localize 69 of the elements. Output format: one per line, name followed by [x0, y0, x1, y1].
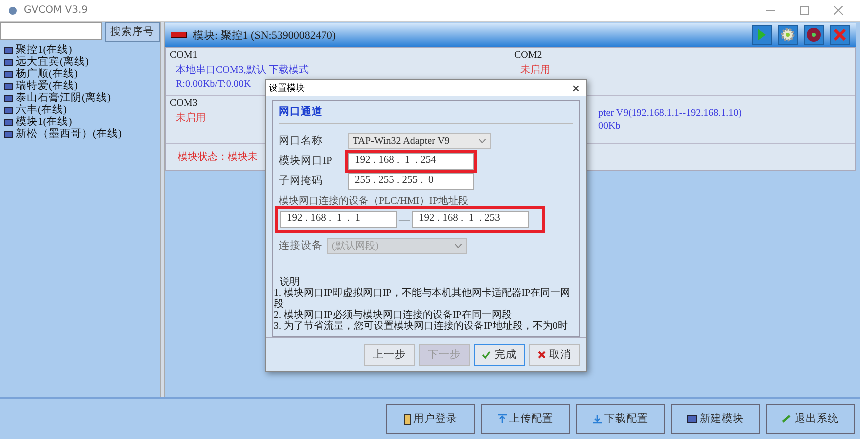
dialog-title: 设置模块: [269, 82, 305, 94]
dialog-button[interactable]: 取消: [529, 344, 580, 366]
dialog-button[interactable]: 上一步: [364, 344, 415, 366]
footer-button[interactable]: 新建模块: [671, 404, 760, 434]
module-icon: [687, 415, 697, 423]
tree-item[interactable]: 模块1(在线): [0, 116, 160, 128]
field-label: 连接设备: [279, 239, 323, 253]
field-label: 模块网口IP: [279, 154, 334, 168]
field-label: 网口名称: [279, 134, 324, 148]
phone-icon: [404, 414, 410, 424]
upload-icon: [498, 414, 506, 424]
check-icon: [482, 350, 491, 358]
note-text: 3. 为了节省流量，您可设置模块网口连接的设备IP地址段，不为0时: [274, 321, 569, 332]
disc-icon: [806, 27, 822, 43]
footer-button[interactable]: 退出系统: [766, 404, 855, 434]
settings-button[interactable]: [778, 25, 798, 45]
close-icon: [834, 29, 846, 41]
section-title: 网口通道: [279, 105, 573, 124]
range-label: 模块网口连接的设备（PLC/HMI）IP地址段: [279, 194, 470, 208]
ip-field[interactable]: 255 . 255 . 255 . 0: [348, 172, 474, 190]
play-button[interactable]: [752, 25, 772, 45]
caret-icon: [455, 244, 462, 248]
status-led-icon: [171, 32, 187, 38]
footer-button[interactable]: 下载配置: [576, 404, 665, 434]
port-status: 00Kb: [598, 120, 621, 132]
tree-item[interactable]: 新松（墨西哥）(在线): [0, 128, 160, 140]
close-button[interactable]: ×: [572, 82, 580, 94]
exit-icon: [782, 415, 792, 423]
port-status: 未启用: [175, 112, 206, 125]
caret-icon: [479, 139, 486, 143]
field-label: 子网掩码: [279, 174, 324, 188]
notes-title: 说明: [279, 277, 300, 288]
port-label: COM1: [170, 50, 198, 61]
app-logo-icon: [8, 6, 18, 16]
tree-item[interactable]: 瑞特爱(在线): [0, 80, 160, 92]
close-icon: [538, 350, 546, 358]
maximize-icon: [800, 6, 808, 15]
note-text: 2. 模块网口IP必须与模块网口连接的设备IP在同一网段: [274, 310, 512, 321]
ip-field[interactable]: 192 . 168 . 1 . 253: [412, 211, 529, 228]
record-button[interactable]: [804, 25, 824, 45]
tree-item[interactable]: 杨广顺(在线): [0, 68, 160, 80]
port-status: pter V9(192.168.1.1--192.168.1.10): [598, 108, 742, 118]
port-label: COM3: [170, 98, 198, 109]
search-field[interactable]: [0, 22, 102, 40]
dialog-button[interactable]: 完成: [474, 344, 525, 366]
module-title: 模块: 聚控1 (SN:53900082470): [193, 28, 337, 42]
ip-field[interactable]: 192 . 168 . 1 . 1: [280, 211, 397, 228]
download-icon: [592, 414, 602, 424]
port-status: R:0.00Kb/T:0.00K: [175, 79, 252, 90]
footer-button[interactable]: 上传配置: [481, 404, 570, 434]
gear-icon: [781, 28, 795, 42]
module-status: 模块状态：模块未: [178, 150, 258, 164]
range-separator: —: [399, 214, 410, 226]
note-text: 1. 模块网口IP即虚拟网口IP，不能与本机其他网卡适配器IP在同一网段: [274, 288, 572, 310]
port-label: COM2: [514, 50, 542, 61]
port-status: 未启用: [520, 64, 550, 77]
app-title: GVCOM V3.9: [24, 5, 89, 16]
tree-item[interactable]: 远大宜宾(离线): [0, 56, 160, 68]
search-button[interactable]: 搜索序号: [105, 22, 160, 42]
tree-item[interactable]: 六丰(在线): [0, 104, 160, 116]
footer-button[interactable]: 用户登录: [386, 404, 475, 434]
tree-item[interactable]: 聚控1(在线): [0, 44, 160, 56]
close-icon: [834, 6, 842, 15]
ip-field[interactable]: 192 . 168 . 1 . 254: [348, 152, 474, 170]
port-status: 本地串口COM3,默认 下载模式: [175, 64, 309, 77]
dropdown[interactable]: TAP-Win32 Adapter V9: [348, 133, 491, 149]
close-button[interactable]: [830, 25, 850, 45]
tree-item[interactable]: 泰山石膏江阴(离线): [0, 92, 160, 104]
play-icon: [757, 28, 767, 42]
